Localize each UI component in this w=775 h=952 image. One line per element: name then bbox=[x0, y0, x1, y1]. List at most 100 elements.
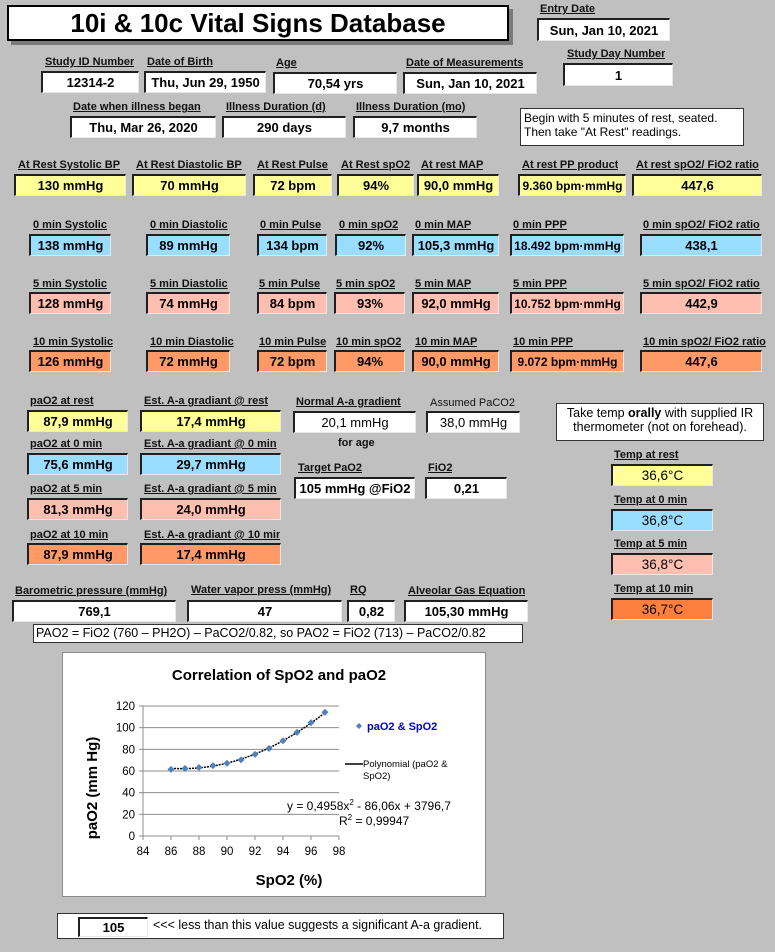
formula-text: PAO2 = FiO2 (760 – PH2O) – PaCO2/0.82, s… bbox=[33, 624, 523, 643]
x-tick-label-96: 96 bbox=[305, 846, 318, 858]
value-5min-2[interactable]: 84 bpm bbox=[257, 292, 327, 314]
water-vapor-field[interactable]: 47 bbox=[187, 600, 342, 622]
value-10min-0[interactable]: 126 mmHg bbox=[29, 350, 111, 372]
label-0min-1: 0 min Diastolic bbox=[150, 219, 228, 231]
date-measurements-field[interactable]: Sun, Jan 10, 2021 bbox=[403, 72, 537, 94]
value-10min-1[interactable]: 72 mmHg bbox=[146, 350, 230, 372]
y-tick-label-80: 80 bbox=[122, 744, 135, 756]
value-0min-3[interactable]: 92% bbox=[335, 234, 406, 256]
value-5min-1[interactable]: 74 mmHg bbox=[146, 292, 230, 314]
fio2-field[interactable]: 0,21 bbox=[425, 477, 507, 499]
label-rest-3: At Rest spO2 bbox=[341, 159, 411, 171]
fio2-label: FiO2 bbox=[428, 462, 453, 474]
aa-gradient-value-0: 17,4 mmHg bbox=[140, 410, 281, 432]
data-point-5 bbox=[237, 756, 245, 764]
label-5min-6: 5 min spO2/ FiO2 ratio bbox=[643, 278, 760, 290]
rest-note-line-1: Begin with 5 minutes of rest, seated. bbox=[524, 111, 718, 125]
y-tick-label-100: 100 bbox=[116, 723, 135, 735]
rq-field[interactable]: 0,82 bbox=[347, 600, 395, 622]
temp-value-1[interactable]: 36,8°C bbox=[611, 509, 713, 531]
value-0min-2[interactable]: 134 bpm bbox=[257, 234, 327, 256]
aa-gradient-label-1: Est. A-a gradiant @ 0 min bbox=[144, 438, 277, 450]
pao2-label-1: paO2 at 0 min bbox=[30, 438, 103, 450]
legend-series-label: paO2 & SpO2 bbox=[367, 721, 437, 733]
entry-date-field[interactable]: Sun, Jan 10, 2021 bbox=[537, 18, 670, 41]
illness-began-field[interactable]: Thu, Mar 26, 2020 bbox=[70, 116, 216, 138]
label-0min-4: 0 min MAP bbox=[415, 219, 472, 231]
temp-value-0[interactable]: 36,6°C bbox=[611, 464, 713, 486]
temp-label-2: Temp at 5 min bbox=[614, 538, 688, 550]
label-0min-0: 0 min Systolic bbox=[33, 219, 107, 231]
label-5min-0: 5 min Systolic bbox=[33, 278, 107, 290]
entry-date-label: Entry Date bbox=[540, 3, 596, 15]
value-10min-3[interactable]: 94% bbox=[334, 350, 405, 372]
value-0min-0[interactable]: 138 mmHg bbox=[29, 234, 111, 256]
normal-aa-label: Normal A-a gradient bbox=[296, 396, 401, 408]
alveolar-label: Alveolar Gas Equation bbox=[408, 585, 526, 597]
label-10min-1: 10 min Diastolic bbox=[150, 336, 234, 348]
pao2-label-0: paO2 at rest bbox=[30, 395, 94, 407]
label-10min-4: 10 min MAP bbox=[415, 336, 478, 348]
aa-gradient-value-1: 29,7 mmHg bbox=[140, 453, 281, 475]
pao2-value-3: 87,9 mmHg bbox=[27, 543, 128, 565]
target-pao2-field: 105 mmHg @FiO2 bbox=[294, 477, 415, 499]
aa-gradient-label-3: Est. A-a gradiant @ 10 min bbox=[144, 529, 280, 541]
x-tick-label-92: 92 bbox=[249, 846, 262, 858]
dob-field[interactable]: Thu, Jun 29, 1950 bbox=[144, 71, 266, 93]
value-rest-1[interactable]: 70 mmHg bbox=[132, 174, 246, 196]
value-rest-2[interactable]: 72 bpm bbox=[253, 174, 332, 196]
label-0min-3: 0 min spO2 bbox=[339, 219, 399, 231]
value-5min-5: 10.752 bpm·mmHg bbox=[510, 292, 624, 314]
value-0min-6: 438,1 bbox=[640, 234, 762, 256]
data-point-8 bbox=[279, 737, 287, 745]
illness-duration-d-field: 290 days bbox=[222, 116, 346, 138]
rq-label: RQ bbox=[350, 584, 367, 596]
pao2-value-0: 87,9 mmHg bbox=[27, 410, 128, 432]
temp-label-0: Temp at rest bbox=[614, 449, 679, 461]
study-day-field[interactable]: 1 bbox=[563, 63, 673, 86]
value-0min-4: 105,3 mmHg bbox=[412, 234, 499, 256]
temp-label-1: Temp at 0 min bbox=[614, 494, 688, 506]
value-5min-6: 442,9 bbox=[640, 292, 762, 314]
label-0min-6: 0 min spO2/ FiO2 ratio bbox=[643, 219, 760, 231]
data-point-0 bbox=[167, 765, 175, 773]
trendline-curve bbox=[170, 712, 326, 770]
label-5min-3: 5 min spO2 bbox=[336, 278, 396, 290]
spo2-pao2-chart[interactable]: Correlation of SpO2 and paO2 paO2 (mm Hg… bbox=[62, 652, 486, 897]
chart-svg: Correlation of SpO2 and paO2 paO2 (mm Hg… bbox=[84, 667, 451, 889]
temp-note-bold: orally bbox=[628, 406, 662, 420]
value-10min-5: 9.072 bpm·mmHg bbox=[510, 350, 624, 372]
temp-value-2[interactable]: 36,8°C bbox=[611, 553, 713, 575]
aa-gradient-value-2: 24,0 mmHg bbox=[140, 498, 281, 520]
page-title: 10i & 10c Vital Signs Database bbox=[7, 5, 509, 41]
chart-legend: paO2 & SpO2 Polynomial (paO2 & SpO2) bbox=[345, 721, 448, 782]
value-rest-0[interactable]: 130 mmHg bbox=[14, 174, 126, 196]
value-rest-6: 447,6 bbox=[632, 174, 762, 196]
y-tick-label-0: 0 bbox=[129, 831, 135, 843]
label-rest-1: At Rest Diastolic BP bbox=[136, 159, 242, 171]
temp-value-3[interactable]: 36,7°C bbox=[611, 598, 713, 620]
label-rest-5: At rest PP product bbox=[522, 159, 619, 171]
value-10min-2[interactable]: 72 bpm bbox=[257, 350, 327, 372]
y-tick-label-40: 40 bbox=[122, 788, 135, 800]
study-id-field[interactable]: 12314-2 bbox=[41, 71, 139, 93]
value-0min-1[interactable]: 89 mmHg bbox=[146, 234, 230, 256]
label-0min-2: 0 min Pulse bbox=[260, 219, 322, 231]
normal-aa-sublabel: for age bbox=[338, 437, 375, 449]
assumed-paco2-field[interactable]: 38,0 mmHg bbox=[426, 411, 520, 433]
label-rest-6: At rest spO2/ FiO2 ratio bbox=[636, 159, 759, 171]
legend-marker-icon bbox=[356, 723, 362, 729]
value-0min-5: 18.492 bpm·mmHg bbox=[510, 234, 624, 256]
temp-label-3: Temp at 10 min bbox=[614, 583, 694, 595]
value-rest-3[interactable]: 94% bbox=[337, 174, 414, 196]
y-tick-label-20: 20 bbox=[122, 809, 135, 821]
dob-label: Date of Birth bbox=[147, 56, 213, 68]
value-5min-3[interactable]: 93% bbox=[334, 292, 405, 314]
aa-gradient-label-0: Est. A-a gradiant @ rest bbox=[144, 395, 269, 407]
x-tick-label-86: 86 bbox=[165, 846, 178, 858]
rest-instructions-note: Begin with 5 minutes of rest, seated. Th… bbox=[520, 108, 744, 146]
threshold-field[interactable]: 105 bbox=[78, 917, 148, 937]
baro-field[interactable]: 769,1 bbox=[12, 600, 176, 622]
value-5min-0[interactable]: 128 mmHg bbox=[29, 292, 111, 314]
data-point-11 bbox=[321, 708, 329, 716]
